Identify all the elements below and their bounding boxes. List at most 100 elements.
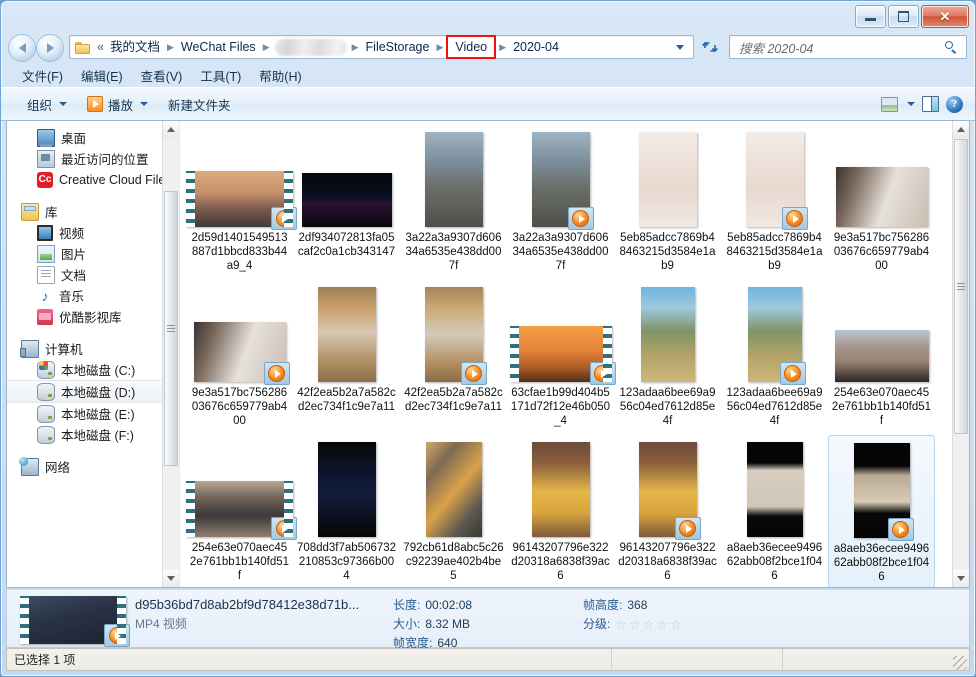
organize-button[interactable]: 组织	[19, 92, 75, 117]
file-name-label: 708dd3f7ab506732210853c97366b004	[296, 542, 397, 582]
menu-item-help[interactable]: 帮助(H)	[250, 64, 310, 87]
sidebar-item-label: 网络	[45, 461, 71, 475]
status-cell-2	[783, 649, 953, 670]
file-tile[interactable]: 708dd3f7ab506732210853c97366b004	[293, 435, 400, 587]
breadcrumb-separator-icon[interactable]: ▶	[349, 42, 362, 53]
file-name-label: 3a22a3a9307d60634a6535e438dd007f	[405, 232, 502, 272]
rating-stars[interactable]: ☆ ☆ ☆ ☆ ☆	[615, 615, 681, 634]
file-tile[interactable]: 5eb85adcc7869b48463215d3584e1ab9	[721, 125, 828, 280]
scrollbar-thumb[interactable]	[954, 139, 968, 434]
sidebar-item-[interactable]: 优酷影视库	[7, 306, 179, 327]
scrollbar-thumb[interactable]	[164, 191, 178, 466]
thumbnail-image	[638, 132, 697, 227]
sidebar-item-c[interactable]: 本地磁盘 (C:)	[7, 359, 179, 380]
breadcrumb-separator-icon[interactable]: ▶	[496, 42, 509, 53]
sidebar-item-creative-cloud-file[interactable]: Cc Creative Cloud File	[7, 169, 179, 190]
breadcrumb-separator-icon[interactable]: ▶	[260, 42, 273, 53]
file-thumbnail-wrapper	[293, 439, 400, 537]
breadcrumb-item-video[interactable]: Video	[446, 35, 497, 59]
breadcrumb-item-2020-04[interactable]: 2020-04	[509, 37, 563, 57]
file-tile[interactable]: 96143207796e322d20318a6838f39ac6	[507, 435, 614, 587]
rating-star-icon[interactable]: ☆	[615, 618, 627, 631]
maximize-button[interactable]	[888, 5, 919, 28]
search-box[interactable]: 搜索 2020-04	[729, 35, 967, 59]
help-icon[interactable]: ?	[946, 95, 963, 113]
details-field-value: 00:02:08	[425, 598, 473, 612]
file-list-scrollbar[interactable]	[952, 121, 969, 587]
chevron-down-icon[interactable]	[907, 102, 915, 106]
minimize-button[interactable]	[855, 5, 886, 28]
sidebar-item-d[interactable]: 本地磁盘 (D:)	[7, 380, 179, 403]
file-tile[interactable]: 42f2ea5b2a7a582cd2ec734f1c9e7a11	[293, 280, 400, 435]
sidebar-item-[interactable]: 视频	[7, 222, 179, 243]
refresh-button[interactable]	[698, 35, 723, 59]
breadcrumb-item-my-documents[interactable]: 我的文档	[106, 37, 164, 57]
file-tile[interactable]: 254e63e070aec452e761bb1b140fd51f	[186, 435, 297, 587]
back-button[interactable]	[8, 34, 36, 62]
file-tile[interactable]: 123adaa6bee69a956c04ed7612d85e4f	[721, 280, 828, 435]
details-name-column: d95b36bd7d8ab2bf9d78412e38d71b... MP4 视频	[135, 596, 393, 633]
file-tile[interactable]: 2df934072813fa05caf2c0a1cb343147	[293, 125, 400, 280]
breadcrumb-separator-icon[interactable]: ▶	[433, 42, 446, 53]
file-thumbnail	[317, 442, 376, 537]
file-tile[interactable]: 792cb61d8abc5c26c92239ae402b4be5	[400, 435, 507, 587]
scroll-up-button[interactable]	[163, 121, 179, 138]
play-button[interactable]: 播放	[79, 92, 156, 117]
play-label: 播放	[108, 98, 134, 113]
address-bar[interactable]: « 我的文档 ▶ WeChat Files ▶ ▶ FileStorage ▶ …	[69, 35, 694, 59]
sidebar-item-[interactable]: 最近访问的位置	[7, 148, 179, 169]
address-dropdown-icon[interactable]	[676, 44, 684, 50]
sidebar-item-[interactable]: 图片	[7, 243, 179, 264]
rating-star-icon[interactable]: ☆	[670, 618, 682, 631]
breadcrumb-item-redacted[interactable]	[274, 38, 347, 56]
file-tile[interactable]: 96143207796e322d20318a6838f39ac6	[614, 435, 721, 587]
navigation-scrollbar[interactable]	[162, 121, 179, 587]
file-tile[interactable]: 9e3a517bc75628603676c659779ab400	[828, 125, 935, 280]
file-tile[interactable]: 63cfae1b99d404b5171d72f12e46b050_4	[507, 280, 616, 435]
file-tile[interactable]: 5eb85adcc7869b48463215d3584e1ab9	[614, 125, 721, 280]
sidebar-item-[interactable]: 桌面	[7, 127, 179, 148]
file-tile[interactable]: 42f2ea5b2a7a582cd2ec734f1c9e7a11	[400, 280, 507, 435]
menu-item-view[interactable]: 查看(V)	[132, 64, 192, 87]
file-tile[interactable]: 3a22a3a9307d60634a6535e438dd007f	[400, 125, 507, 280]
sidebar-item-[interactable]: 计算机	[7, 338, 179, 359]
sidebar-item-e[interactable]: 本地磁盘 (E:)	[7, 403, 179, 424]
sidebar-item-[interactable]: 库	[7, 201, 179, 222]
breadcrumb-item-filestorage[interactable]: FileStorage	[362, 37, 434, 57]
preview-pane-icon[interactable]	[922, 96, 939, 112]
file-name-label: 792cb61d8abc5c26c92239ae402b4be5	[403, 542, 504, 582]
file-tile[interactable]: 3a22a3a9307d60634a6535e438dd007f	[507, 125, 614, 280]
file-tile[interactable]: a8aeb36ecee949662abb08f2bce1f046	[721, 435, 828, 587]
menu-item-file[interactable]: 文件(F)	[13, 64, 72, 87]
scroll-up-button[interactable]	[953, 121, 969, 138]
file-tile[interactable]: 2d59d1401549513887d1bbcd833b44a9_4	[186, 125, 297, 280]
search-input[interactable]: 搜索 2020-04	[730, 38, 813, 57]
sidebar-item-[interactable]: 网络	[7, 456, 179, 477]
file-name-label: a8aeb36ecee949662abb08f2bce1f046	[833, 543, 930, 583]
file-tile[interactable]: 9e3a517bc75628603676c659779ab400	[186, 280, 293, 435]
file-tile[interactable]: 123adaa6bee69a956c04ed7612d85e4f	[614, 280, 721, 435]
breadcrumb-item-wechat-files[interactable]: WeChat Files	[177, 37, 260, 57]
file-list-pane[interactable]: 2d59d1401549513887d1bbcd833b44a9_4 2df934…	[180, 121, 969, 587]
menu-item-tools[interactable]: 工具(T)	[191, 64, 250, 87]
breadcrumb-root-prefix[interactable]: «	[95, 37, 106, 57]
forward-button[interactable]	[36, 34, 64, 62]
menu-item-edit[interactable]: 编辑(E)	[72, 64, 132, 87]
close-button[interactable]: ✕	[921, 5, 969, 28]
sidebar-item-f[interactable]: 本地磁盘 (F:)	[7, 424, 179, 445]
file-tile[interactable]: a8aeb36ecee949662abb08f2bce1f046	[828, 435, 935, 587]
rating-star-icon[interactable]: ☆	[629, 618, 641, 631]
scroll-down-button[interactable]	[163, 570, 179, 587]
file-thumbnail	[186, 481, 297, 540]
sidebar-item-[interactable]: ♪ 音乐	[7, 285, 179, 306]
sidebar-item-[interactable]: 文档	[7, 264, 179, 285]
details-field-rating[interactable]: 分级: ☆ ☆ ☆ ☆ ☆	[583, 615, 682, 634]
breadcrumb-separator-icon[interactable]: ▶	[164, 42, 177, 53]
scroll-down-button[interactable]	[953, 570, 969, 587]
rating-star-icon[interactable]: ☆	[656, 618, 668, 631]
new-folder-button[interactable]: 新建文件夹	[160, 92, 239, 117]
change-view-icon[interactable]	[881, 96, 898, 112]
rating-star-icon[interactable]: ☆	[643, 618, 655, 631]
file-tile[interactable]: 254e63e070aec452e761bb1b140fd51f	[828, 280, 935, 435]
resize-grip-icon[interactable]	[953, 656, 967, 670]
